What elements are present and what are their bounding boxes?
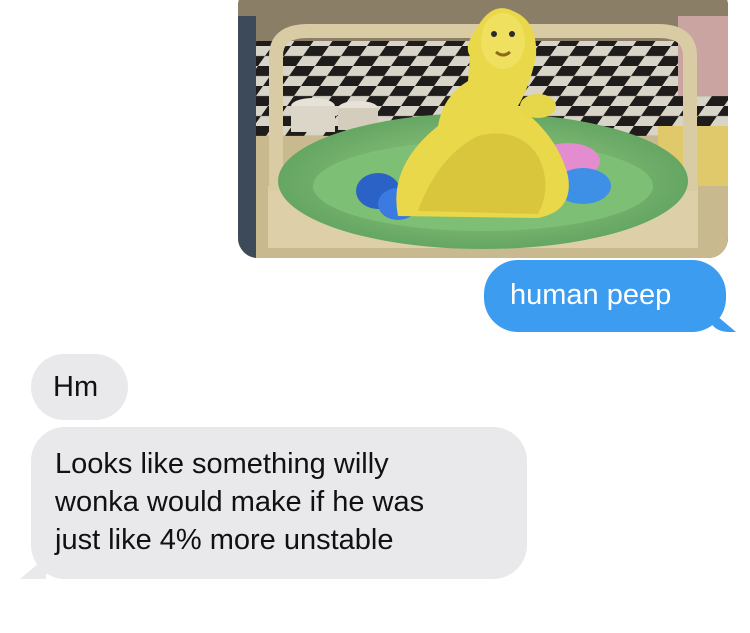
sent-message-text: human peep — [510, 279, 672, 311]
message-line: Looks like something willy — [55, 448, 389, 480]
message-line: just like 4% more unstable — [55, 524, 394, 556]
received-message-bubble[interactable]: Looks like something willy wonka would m… — [20, 427, 527, 579]
photo-attachment[interactable] — [238, 0, 728, 258]
message-line: wonka would make if he was — [55, 486, 425, 518]
message-thread: human peep Hm Looks like something willy… — [0, 0, 750, 633]
bubble-tail — [20, 557, 46, 579]
received-message-bubble[interactable]: Hm — [31, 354, 128, 420]
easter-basket-photo — [238, 0, 728, 258]
bubble-tail — [710, 310, 736, 332]
received-message-text: Looks like something willy wonka would m… — [55, 445, 525, 559]
received-message-text: Hm — [53, 371, 99, 403]
sent-message-bubble[interactable]: human peep — [484, 260, 736, 332]
